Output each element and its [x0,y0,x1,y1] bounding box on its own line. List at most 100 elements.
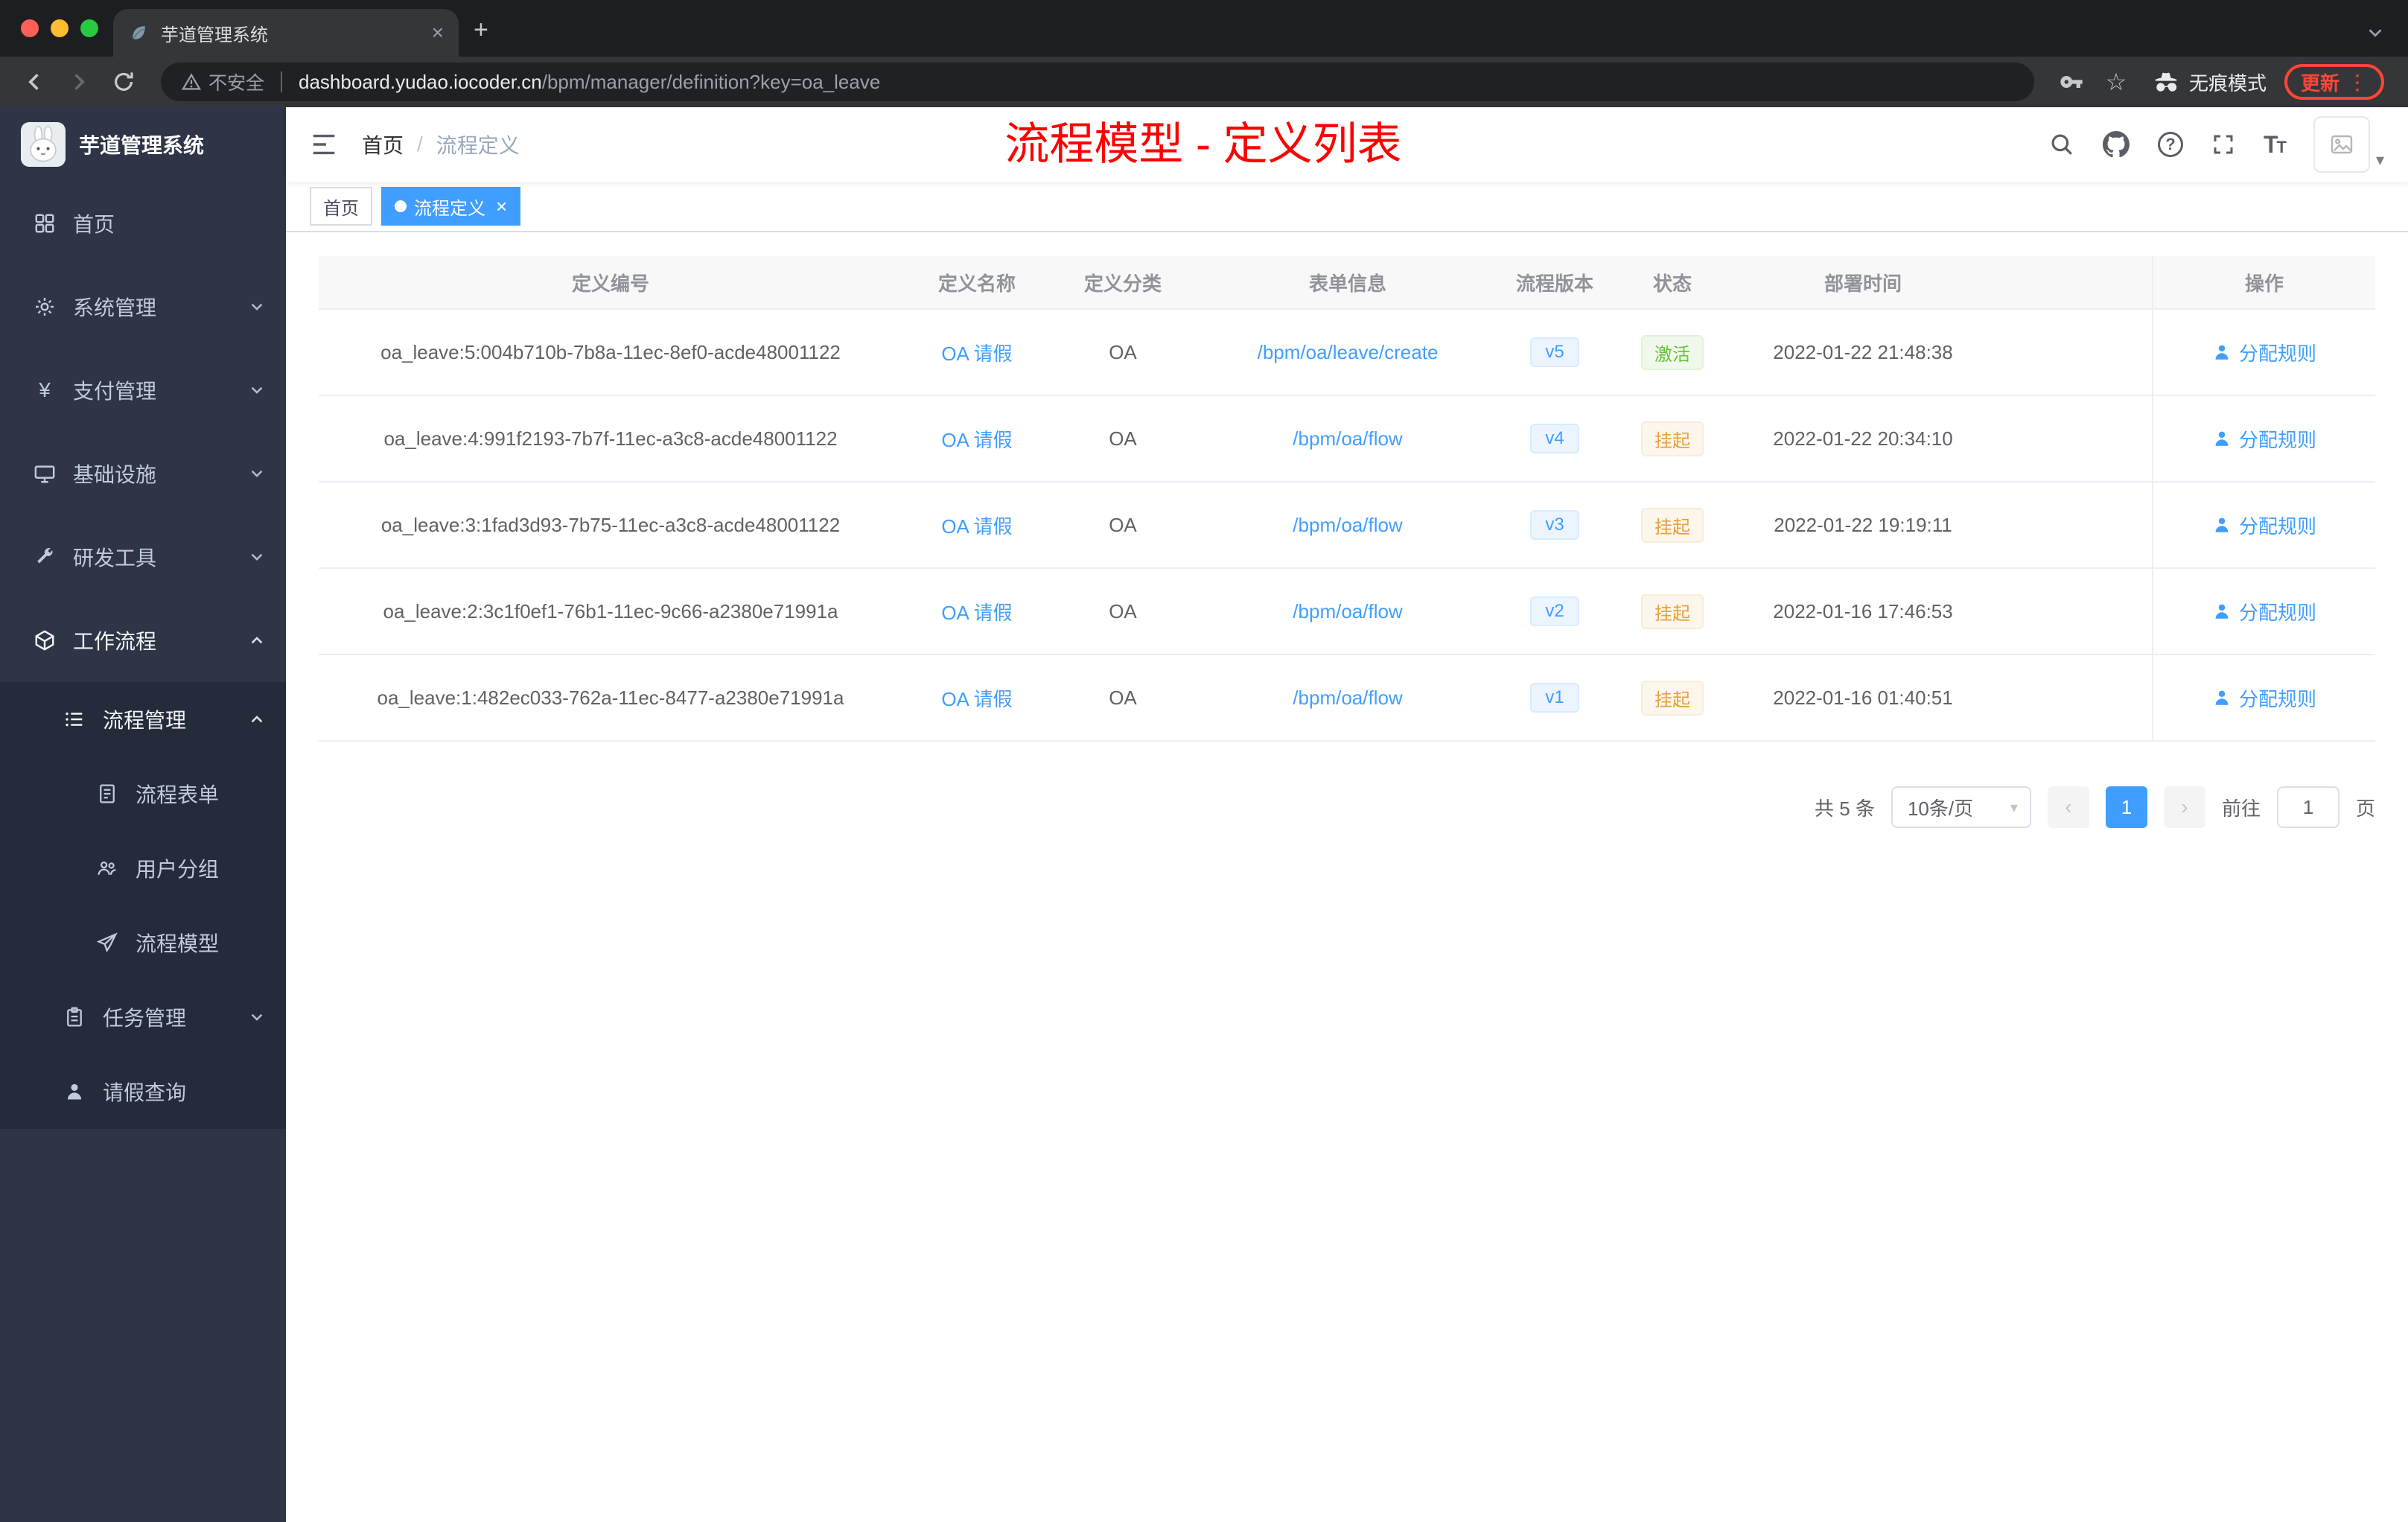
list-icon [63,707,86,731]
dashboard-icon [33,211,57,235]
reload-button[interactable] [104,63,143,101]
person-icon [2215,518,2229,532]
caret-down-icon: ▾ [2375,150,2384,169]
sidebar-item-task-mgmt[interactable]: 任务管理 [0,980,286,1054]
assign-rule-button[interactable]: 分配规则 [2212,512,2316,539]
definition-id: oa_leave:5:004b710b-7b8a-11ec-8ef0-acde4… [380,340,841,363]
sidebar-item-infra[interactable]: 基础设施 [0,432,286,515]
password-key-icon[interactable] [2052,63,2091,101]
forward-button[interactable] [60,63,98,101]
tag-process-definition[interactable]: 流程定义 × [381,187,521,226]
definition-name-link[interactable]: OA 请假 [941,343,1012,365]
form-link[interactable]: /bpm/oa/leave/create [1258,341,1439,363]
sidebar-item-process-mgmt[interactable]: 流程管理 [0,682,286,757]
version-badge: v1 [1530,683,1579,713]
document-icon [95,782,119,806]
browser-toolbar: 不安全 dashboard.yudao.iocoder.cn/bpm/manag… [0,57,2408,107]
security-warning[interactable]: 不安全 [182,69,264,95]
incognito-icon [2155,72,2177,92]
sidebar-item-system[interactable]: 系统管理 [0,265,286,348]
help-icon[interactable]: ? [2157,132,2183,157]
sidebar-item-process-model[interactable]: 流程模型 [0,905,286,980]
font-size-small: T [2276,137,2287,156]
maximize-window-button[interactable] [80,19,98,37]
form-link[interactable]: /bpm/oa/flow [1293,514,1402,536]
tag-home[interactable]: 首页 [310,187,372,226]
back-button[interactable] [15,63,54,101]
definition-category: OA [1109,513,1137,536]
prev-page-button[interactable]: ‹ [2047,786,2089,828]
definition-category: OA [1109,340,1137,363]
sidebar-item-leave-query[interactable]: 请假查询 [0,1054,286,1129]
table-header: 定义编号 定义名称 定义分类 表单信息 流程版本 状态 部署时间 操作 [319,256,2375,310]
tab-search-icon[interactable] [2366,24,2384,42]
close-window-button[interactable] [21,19,39,37]
col-header: 操作 [2152,256,2375,308]
person-icon [2215,604,2229,619]
assign-rule-button[interactable]: 分配规则 [2212,598,2316,625]
app-frame: 芋道管理系统 首页 系统管理 ¥ 支付管理 基础设施 研发工具 工作流程 流程管… [0,107,2408,1522]
logo-title: 芋道管理系统 [79,134,205,157]
table-row: oa_leave:3:1fad3d93-7b75-11ec-a3c8-acde4… [319,483,2375,569]
wrench-icon [33,545,57,569]
github-icon[interactable] [2102,131,2130,158]
tab-favicon-icon [128,22,149,43]
sidebar-item-process-form[interactable]: 流程表单 [0,757,286,831]
search-icon[interactable] [2049,132,2074,157]
font-size-icon[interactable]: TT [2264,131,2287,159]
form-link[interactable]: /bpm/oa/flow [1293,600,1402,623]
version-badge: v4 [1530,424,1579,453]
fullscreen-icon[interactable] [2211,133,2235,156]
page-1-button[interactable]: 1 [2105,786,2147,828]
minimize-window-button[interactable] [51,19,69,37]
assign-rule-button[interactable]: 分配规则 [2212,339,2316,366]
breadcrumb-separator: / [417,133,423,156]
omnibox-divider [281,71,283,92]
definition-name-link[interactable]: OA 请假 [941,515,1012,538]
person-icon [2215,690,2229,705]
sidebar-item-user-group[interactable]: 用户分组 [0,831,286,905]
browser-tab[interactable]: 芋道管理系统 × [113,9,459,57]
sidebar-item-label: 请假查询 [103,1081,187,1104]
hamburger-icon[interactable] [310,130,338,159]
sidebar-item-devtools[interactable]: 研发工具 [0,515,286,599]
sidebar-item-label: 工作流程 [73,630,157,653]
assign-rule-button[interactable]: 分配规则 [2212,684,2316,712]
url-domain: dashboard.yudao.iocoder.cn [299,70,542,93]
avatar-image [2313,116,2370,173]
deploy-time: 2022-01-16 17:46:53 [1773,599,1953,623]
col-header: 状态 [1652,272,1692,295]
new-tab-button[interactable]: + [474,16,488,45]
next-page-button[interactable]: › [2163,786,2205,828]
user-avatar[interactable]: ▾ [2313,116,2384,173]
tab-close-icon[interactable]: × [432,22,444,43]
definition-name-link[interactable]: OA 请假 [941,429,1012,451]
action-label: 分配规则 [2238,342,2316,365]
chevron-down-icon [249,299,265,315]
active-dot [395,200,407,212]
incognito-indicator: 无痕模式 [2153,69,2267,96]
definition-table: 定义编号 定义名称 定义分类 表单信息 流程版本 状态 部署时间 操作 oa_l… [319,256,2375,742]
browser-update-button[interactable]: 更新 ⋮ [2284,64,2384,100]
sidebar-item-workflow[interactable]: 工作流程 [0,599,286,682]
definition-name-link[interactable]: OA 请假 [941,602,1012,624]
sidebar-item-home[interactable]: 首页 [0,182,286,265]
form-link[interactable]: /bpm/oa/flow [1293,687,1402,709]
sidebar-item-payment[interactable]: ¥ 支付管理 [0,348,286,432]
tag-close-icon[interactable]: × [496,197,507,216]
browser-menu-icon[interactable]: ⋮ [2347,70,2368,95]
page-size-select[interactable]: 10条/页 ▾ [1891,786,2031,828]
definition-name-link[interactable]: OA 请假 [941,688,1012,710]
gear-icon [33,295,57,319]
cube-icon [33,628,57,652]
page-size-value: 10条/页 [1907,797,1974,820]
assign-rule-button[interactable]: 分配规则 [2212,425,2316,453]
browser-tabstrip: 芋道管理系统 × + [0,0,2408,57]
sidebar-logo[interactable]: 芋道管理系统 [0,107,286,182]
bookmark-star-icon[interactable]: ☆ [2097,63,2135,101]
breadcrumb-home[interactable]: 首页 [362,130,404,159]
form-link[interactable]: /bpm/oa/flow [1293,427,1402,450]
goto-page-input[interactable] [2276,786,2339,828]
url-bar[interactable]: 不安全 dashboard.yudao.iocoder.cn/bpm/manag… [161,63,2034,101]
table-row: oa_leave:4:991f2193-7b7f-11ec-a3c8-acde4… [319,396,2375,483]
